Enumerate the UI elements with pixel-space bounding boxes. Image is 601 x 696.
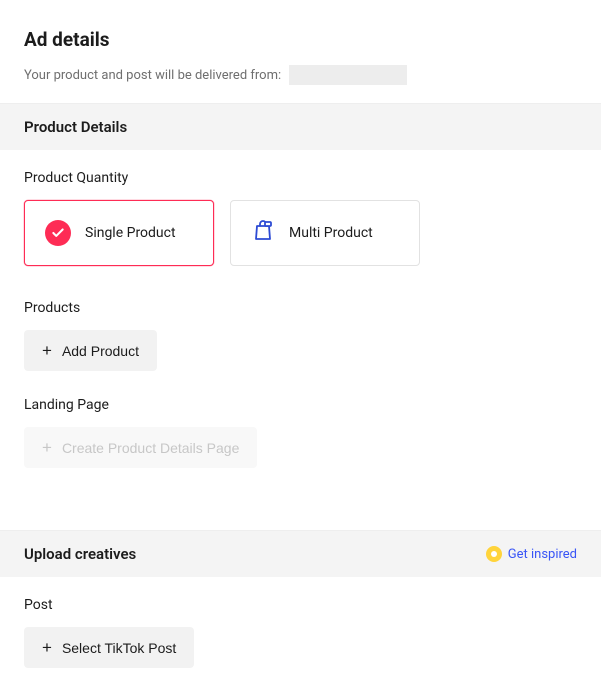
product-quantity-label: Product Quantity xyxy=(24,170,577,186)
lightbulb-icon xyxy=(486,546,502,562)
option-multi-product[interactable]: Multi Product xyxy=(230,200,420,266)
delivery-source-row: Your product and post will be delivered … xyxy=(0,65,601,103)
get-inspired-link[interactable]: Get inspired xyxy=(486,546,577,562)
product-quantity-options: Single Product Multi Product xyxy=(24,200,577,266)
option-multi-label: Multi Product xyxy=(289,225,373,241)
ad-details-page: Ad details Your product and post will be… xyxy=(0,0,601,696)
products-block: Products + Add Product xyxy=(24,300,577,371)
section-body-upload-creatives: Post + Select TikTok Post xyxy=(0,577,601,696)
option-single-product[interactable]: Single Product xyxy=(24,200,214,266)
page-title: Ad details xyxy=(0,20,601,65)
landing-page-block: Landing Page + Create Product Details Pa… xyxy=(24,397,577,476)
plus-icon: + xyxy=(42,439,52,456)
landing-page-label: Landing Page xyxy=(24,397,577,413)
delivery-source-value xyxy=(289,65,407,85)
select-tiktok-post-button[interactable]: + Select TikTok Post xyxy=(24,627,194,668)
post-label: Post xyxy=(24,597,577,613)
shopping-bag-icon xyxy=(251,219,275,247)
plus-icon: + xyxy=(42,639,52,656)
section-title-product-details: Product Details xyxy=(24,118,127,136)
get-inspired-label: Get inspired xyxy=(508,547,577,562)
section-title-upload-creatives: Upload creatives xyxy=(24,545,136,563)
delivery-prefix-text: Your product and post will be delivered … xyxy=(24,68,281,83)
section-header-upload-creatives: Upload creatives Get inspired xyxy=(0,530,601,577)
products-label: Products xyxy=(24,300,577,316)
select-post-label: Select TikTok Post xyxy=(62,640,176,656)
option-single-label: Single Product xyxy=(85,225,176,241)
plus-icon: + xyxy=(42,342,52,359)
add-product-label: Add Product xyxy=(62,343,139,359)
section-body-product-details: Product Quantity Single Product xyxy=(0,150,601,530)
create-pdp-label: Create Product Details Page xyxy=(62,440,239,456)
add-product-button[interactable]: + Add Product xyxy=(24,330,157,371)
create-product-details-page-button: + Create Product Details Page xyxy=(24,427,257,468)
check-circle-icon xyxy=(45,220,71,246)
section-header-product-details: Product Details xyxy=(0,103,601,150)
